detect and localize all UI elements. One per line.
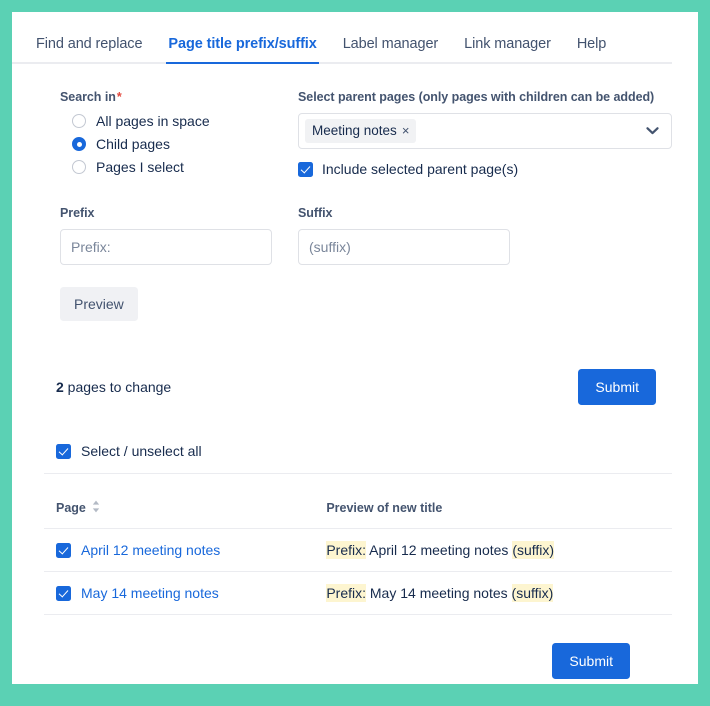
chip-label: Meeting notes — [312, 123, 397, 139]
row-checkbox-icon-checked[interactable] — [56, 542, 71, 558]
submit-button-top[interactable]: Submit — [578, 369, 656, 405]
radio-all-pages-in-space[interactable]: All pages in space — [72, 113, 272, 129]
pages-to-change-count: 2 pages to change — [56, 379, 171, 395]
select-all-row[interactable]: Select / unselect all — [44, 427, 672, 474]
suffix-input[interactable] — [298, 229, 510, 265]
tab-link-manager[interactable]: Link manager — [462, 32, 553, 62]
include-parent-pages-label: Include selected parent page(s) — [322, 161, 519, 177]
radio-label-pages-i-select: Pages I select — [96, 159, 184, 175]
radio-label-child-pages: Child pages — [96, 136, 170, 152]
row-page-link[interactable]: May 14 meeting notes — [81, 585, 219, 601]
chevron-down-icon[interactable] — [646, 127, 659, 136]
parent-pages-group: Select parent pages (only pages with chi… — [298, 90, 672, 182]
parent-pages-label: Select parent pages (only pages with chi… — [298, 90, 655, 104]
preview-prefix-highlight: Prefix: — [326, 584, 366, 602]
preview-prefix-highlight: Prefix: — [326, 541, 366, 559]
form-area: Search in* All pages in space Child page… — [12, 64, 698, 182]
results-header: 2 pages to change Submit — [44, 369, 672, 405]
chip-remove-icon[interactable]: × — [402, 124, 410, 137]
prefix-group: Prefix — [60, 206, 272, 265]
radio-pages-i-select[interactable]: Pages I select — [72, 159, 272, 175]
radio-icon-unchecked[interactable] — [72, 160, 86, 174]
column-header-page[interactable]: Page — [44, 474, 311, 529]
tab-label-manager[interactable]: Label manager — [341, 32, 440, 62]
table-row: April 12 meeting notes Prefix: April 12 … — [44, 528, 672, 572]
selected-page-chip[interactable]: Meeting notes × — [305, 119, 417, 143]
results-section: 2 pages to change Submit Select / unsele… — [12, 369, 698, 679]
suffix-group: Suffix — [298, 206, 510, 265]
include-parent-pages-checkbox-row[interactable]: Include selected parent page(s) — [298, 161, 672, 177]
row-page-cell: April 12 meeting notes — [44, 528, 311, 572]
prefix-label: Prefix — [60, 206, 95, 220]
table-row: May 14 meeting notes Prefix: May 14 meet… — [44, 571, 672, 615]
sort-arrows-icon[interactable] — [92, 500, 100, 516]
table-header-row: Page Preview of new title — [44, 474, 672, 529]
preview-button[interactable]: Preview — [60, 287, 138, 321]
count-number: 2 — [56, 379, 64, 395]
preview-button-wrap: Preview — [12, 265, 698, 321]
row-preview-cell: Prefix: May 14 meeting notes (suffix) — [310, 571, 672, 615]
tab-help[interactable]: Help — [575, 32, 608, 62]
row-page-link[interactable]: April 12 meeting notes — [81, 542, 220, 558]
preview-title-text: May 14 meeting notes — [366, 585, 512, 601]
radio-label-all-pages: All pages in space — [96, 113, 210, 129]
app-card: Find and replace Page title prefix/suffi… — [12, 12, 698, 684]
radio-icon-checked[interactable] — [72, 137, 86, 151]
row-preview-cell: Prefix: April 12 meeting notes (suffix) — [310, 528, 672, 572]
tab-page-title-prefix-suffix[interactable]: Page title prefix/suffix — [166, 32, 319, 64]
column-header-preview: Preview of new title — [310, 474, 672, 529]
checkbox-icon-checked[interactable] — [56, 443, 71, 459]
parent-pages-select[interactable]: Meeting notes × — [298, 113, 672, 149]
row-page-cell: May 14 meeting notes — [44, 571, 311, 615]
footer-submit-wrap: Submit — [44, 615, 672, 679]
radio-icon-unchecked[interactable] — [72, 114, 86, 128]
select-all-label: Select / unselect all — [81, 443, 202, 459]
preview-suffix-highlight: (suffix) — [512, 541, 555, 559]
prefix-input[interactable] — [60, 229, 272, 265]
radio-child-pages[interactable]: Child pages — [72, 136, 272, 152]
required-asterisk: * — [116, 90, 122, 104]
row-checkbox-icon-checked[interactable] — [56, 585, 71, 601]
tab-bar: Find and replace Page title prefix/suffi… — [12, 12, 672, 64]
prefix-suffix-row: Prefix Suffix — [12, 182, 698, 265]
checkbox-icon-checked[interactable] — [298, 161, 313, 177]
suffix-label: Suffix — [298, 206, 333, 220]
results-table: Page Preview of new title April 12 meeti… — [44, 474, 672, 615]
search-in-group: Search in* All pages in space Child page… — [60, 90, 272, 182]
search-in-label-text: Search in — [60, 90, 116, 104]
preview-title-text: April 12 meeting notes — [366, 542, 513, 558]
search-in-label: Search in* — [60, 90, 272, 104]
tab-find-and-replace[interactable]: Find and replace — [34, 32, 144, 62]
preview-suffix-highlight: (suffix) — [511, 584, 554, 602]
count-suffix: pages to change — [63, 379, 172, 395]
submit-button-bottom[interactable]: Submit — [552, 643, 630, 679]
column-header-page-label: Page — [56, 501, 86, 515]
page-frame: Find and replace Page title prefix/suffi… — [0, 0, 710, 706]
